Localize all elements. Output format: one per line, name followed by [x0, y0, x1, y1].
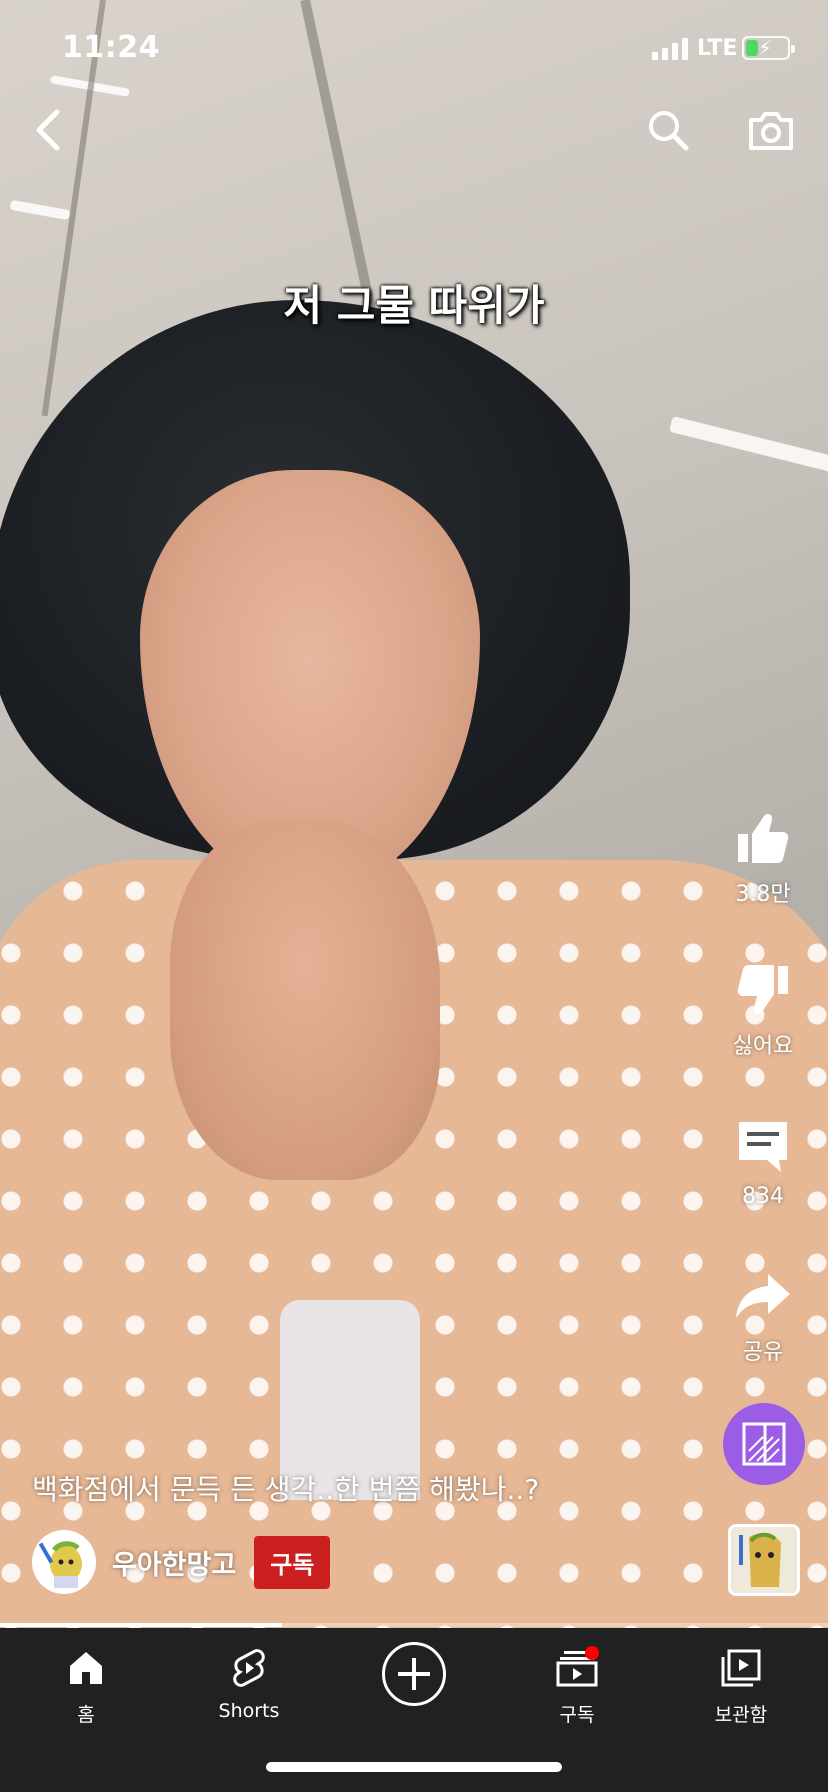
create-plus-icon — [398, 1658, 430, 1690]
like-button[interactable]: 3.8만 — [698, 810, 828, 908]
sound-thumbnail[interactable] — [728, 1524, 800, 1596]
dislike-label: 싫어요 — [732, 1034, 794, 1059]
share-button[interactable]: 공유 — [698, 1272, 828, 1366]
ceiling-light — [9, 199, 71, 221]
battery-icon: ⚡ — [742, 36, 795, 60]
remix-button[interactable] — [723, 1403, 805, 1485]
back-button[interactable] — [18, 100, 78, 160]
remix-icon — [742, 1422, 786, 1466]
search-icon — [649, 111, 689, 151]
nav-subscriptions-label: 구독 — [559, 1704, 595, 1726]
home-indicator — [266, 1762, 562, 1772]
thumbs-down-icon — [737, 965, 788, 1015]
nav-subscriptions[interactable]: 구독 — [497, 1640, 657, 1727]
nav-shorts[interactable]: Shorts — [169, 1640, 329, 1722]
nav-library-label: 보관함 — [714, 1704, 768, 1726]
channel-row: 우아한망고 구독 — [32, 1530, 331, 1594]
nav-library[interactable]: 보관함 — [661, 1640, 821, 1727]
video-caption: 저 그물 따위가 — [283, 281, 545, 330]
person-hand — [170, 820, 440, 1180]
signal-strength-icon — [652, 38, 688, 60]
ceiling-light — [669, 416, 828, 480]
shorts-icon — [233, 1649, 265, 1687]
charging-bolt-icon: ⚡ — [758, 36, 773, 60]
video-title[interactable]: 백화점에서 문득 든 생각..한 번쯤 해봤나..? — [32, 1468, 692, 1508]
create-button[interactable] — [382, 1642, 446, 1706]
subscriptions-notification-dot — [585, 1646, 599, 1660]
dislike-button[interactable]: 싫어요 — [698, 962, 828, 1060]
network-type: LTE — [697, 36, 738, 61]
camera-icon — [749, 112, 793, 150]
comment-count: 834 — [742, 1184, 784, 1209]
share-arrow-icon — [736, 1274, 790, 1318]
nav-shorts-label: Shorts — [218, 1700, 280, 1722]
library-icon — [721, 1649, 761, 1687]
share-label: 공유 — [742, 1340, 784, 1365]
home-icon — [70, 1652, 102, 1684]
subscribe-button[interactable]: 구독 — [254, 1535, 331, 1589]
nav-home-label: 홈 — [77, 1704, 95, 1726]
top-bar — [0, 100, 828, 170]
status-bar: 11:24 LTE ⚡ — [0, 0, 828, 100]
battery-fill — [746, 40, 758, 56]
search-button[interactable] — [638, 100, 698, 160]
thumbs-up-icon — [738, 813, 789, 863]
like-count: 3.8만 — [735, 882, 791, 907]
nav-home[interactable]: 홈 — [6, 1640, 166, 1727]
video-progress-fill — [0, 1623, 282, 1627]
channel-avatar[interactable] — [32, 1530, 96, 1594]
mango-character-icon — [34, 1532, 94, 1592]
mango-character-icon — [731, 1527, 797, 1593]
comment-icon — [739, 1122, 787, 1172]
comments-button[interactable]: 834 — [698, 1118, 828, 1209]
channel-name[interactable]: 우아한망고 — [112, 1543, 236, 1582]
chevron-left-icon — [36, 109, 60, 151]
camera-button[interactable] — [741, 100, 801, 160]
video-progress-bar[interactable] — [0, 1623, 828, 1627]
status-time: 11:24 — [62, 30, 160, 65]
